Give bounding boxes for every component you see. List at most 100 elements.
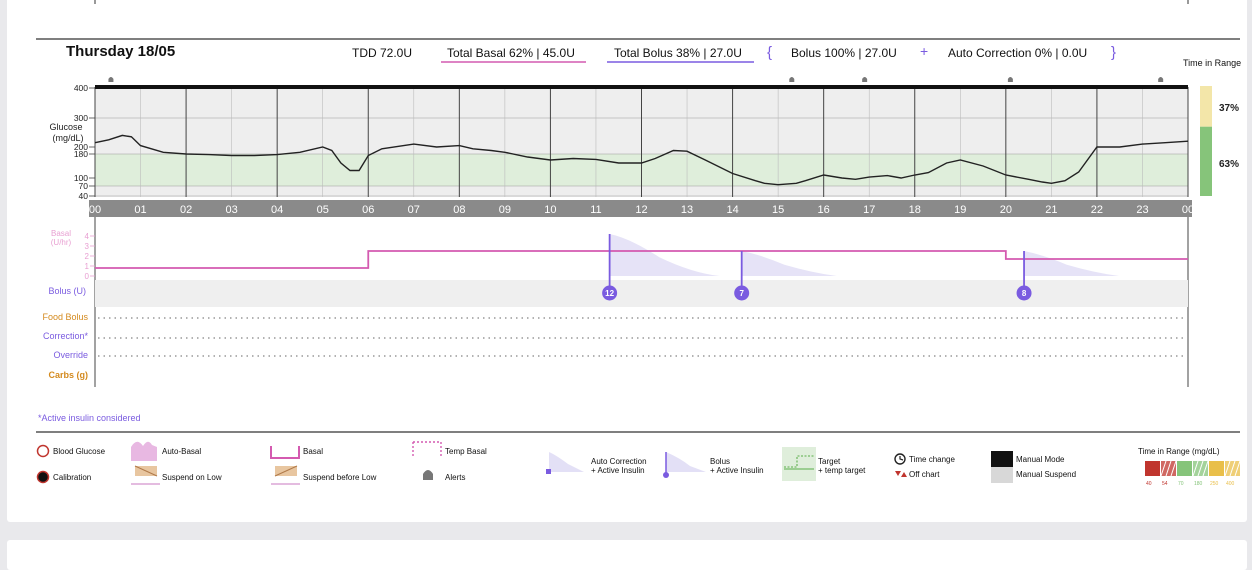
legend-auto-basal: Auto-Basal xyxy=(162,447,201,456)
glucose-tick-40: 40 xyxy=(79,191,89,201)
legend-alerts: Alerts xyxy=(445,473,465,482)
bolus-value-1: 7 xyxy=(739,289,744,298)
bolus-value-2: 8 xyxy=(1022,289,1027,298)
food-bolus-label: Food Bolus xyxy=(42,312,88,322)
legend-target-2: + temp target xyxy=(818,466,866,475)
hour-label-17: 17 xyxy=(863,204,875,216)
legend-manual-suspend: Manual Suspend xyxy=(1016,470,1076,479)
hour-label-1: 01 xyxy=(134,204,146,216)
legend-tir-title: Time in Range (mg/dL) xyxy=(1138,447,1220,456)
legend-blood-glucose: Blood Glucose xyxy=(53,447,106,456)
glucose-axis-title-2: (mg/dL) xyxy=(52,133,83,143)
auto-basal-icon xyxy=(131,441,157,461)
target-icon xyxy=(782,447,816,481)
active-insulin-footnote: *Active insulin considered xyxy=(38,413,141,423)
glucose-axis-title-1: Glucose xyxy=(49,122,82,132)
hour-label-9: 09 xyxy=(499,204,511,216)
temp-basal-icon xyxy=(412,441,442,456)
tir-swatch-0 xyxy=(1145,461,1160,476)
day-title: Thursday 18/05 xyxy=(66,43,175,60)
manual-suspend-icon xyxy=(991,467,1013,483)
alert-bell-icon xyxy=(423,470,433,480)
alert-markers xyxy=(108,77,1164,82)
glucose-tick-400: 400 xyxy=(74,83,88,93)
basal-y-axis: 43210 xyxy=(85,232,95,281)
basal-tick-2: 2 xyxy=(85,252,90,261)
basal-axis-title-2: (U/hr) xyxy=(51,238,72,247)
legend-time-change: Time change xyxy=(909,455,956,464)
hour-label-8: 08 xyxy=(453,204,465,216)
alert-bell-icon-2 xyxy=(862,77,868,82)
legend-manual-mode: Manual Mode xyxy=(1016,455,1065,464)
hour-label-3: 03 xyxy=(226,204,238,216)
basal-tick-4: 4 xyxy=(85,232,90,241)
auto-correction: Auto Correction 0% | 0.0U xyxy=(948,46,1087,60)
hour-label-18: 18 xyxy=(909,204,921,216)
active-insulin-curve-1 xyxy=(741,251,837,276)
brace-close: } xyxy=(1111,44,1116,61)
basal-axis-title-1: Basal xyxy=(51,229,71,238)
alert-bell-icon-3 xyxy=(1007,77,1013,82)
total-basal: Total Basal 62% | 45.0U xyxy=(447,46,575,60)
hour-label-15: 15 xyxy=(772,204,784,216)
hour-label-6: 06 xyxy=(362,204,374,216)
active-insulin-curves xyxy=(609,234,1120,276)
legend-basal: Basal xyxy=(303,447,323,456)
legend-off-chart: Off chart xyxy=(909,470,940,479)
legend-calibration: Calibration xyxy=(53,473,91,482)
hour-label-19: 19 xyxy=(954,204,966,216)
tir-legend-scale: 40 54 70 180 250 400 xyxy=(1145,460,1241,487)
total-bolus: Total Bolus 38% | 27.0U xyxy=(614,46,742,60)
hour-label-14: 14 xyxy=(726,204,738,216)
hour-label-5: 05 xyxy=(317,204,329,216)
tir-scale-180: 180 xyxy=(1194,481,1203,487)
basal-tick-3: 3 xyxy=(85,242,90,251)
legend-target-1: Target xyxy=(818,457,841,466)
override-label: Override xyxy=(53,350,88,360)
legend-suspend-before-low: Suspend before Low xyxy=(303,473,377,482)
daily-report: Thursday 18/05 TDD 72.0U Total Basal 62%… xyxy=(36,0,1241,487)
manual-mode-icon xyxy=(991,451,1013,467)
time-in-range-title: Time in Range xyxy=(1183,58,1241,68)
tir-scale-70: 70 xyxy=(1178,481,1184,487)
bolus-active-insulin-icon xyxy=(666,452,706,472)
bolus-row-label: Bolus (U) xyxy=(48,286,86,296)
brace-open: { xyxy=(767,44,772,61)
tir-in-percent: 63% xyxy=(1219,159,1239,170)
hour-label-20: 20 xyxy=(1000,204,1012,216)
tdd-value: TDD 72.0U xyxy=(352,46,412,60)
legend-temp-basal: Temp Basal xyxy=(445,447,487,456)
tir-swatch-2 xyxy=(1177,461,1192,476)
hour-label-10: 10 xyxy=(544,204,556,216)
hour-label-21: 21 xyxy=(1045,204,1057,216)
hour-label-24: 00 xyxy=(1182,204,1194,216)
hour-label-22: 22 xyxy=(1091,204,1103,216)
plus-sign: + xyxy=(920,43,928,59)
tir-in-range-segment xyxy=(1200,126,1212,196)
hour-label-0: 00 xyxy=(89,204,101,216)
hour-label-23: 23 xyxy=(1136,204,1148,216)
carbs-label: Carbs (g) xyxy=(48,370,88,380)
glucose-tick-180: 180 xyxy=(74,149,88,159)
alert-bell-icon-4 xyxy=(1158,77,1164,82)
basal-tick-1: 1 xyxy=(85,262,90,271)
hour-label-13: 13 xyxy=(681,204,693,216)
legend-auto-correction-2: + Active Insulin xyxy=(591,466,645,475)
mode-bar xyxy=(95,85,1188,89)
calibration-icon xyxy=(36,470,50,484)
auto-correction-icon xyxy=(549,452,584,472)
active-insulin-curve-0 xyxy=(609,234,720,276)
tir-scale-54: 54 xyxy=(1162,481,1168,487)
legend-bolus-2: + Active Insulin xyxy=(710,466,764,475)
off-chart-icon xyxy=(895,471,901,476)
blood-glucose-icon xyxy=(36,444,50,458)
legend-suspend-on-low: Suspend on Low xyxy=(162,473,222,482)
bolus-value-0: 12 xyxy=(605,289,614,298)
bolus-percent: Bolus 100% | 27.0U xyxy=(791,46,897,60)
legend: Blood Glucose Calibration Auto-Basal Sus… xyxy=(36,441,1241,487)
correction-label: Correction* xyxy=(43,331,89,341)
basal-tick-0: 0 xyxy=(85,272,90,281)
hour-label-11: 11 xyxy=(590,204,601,216)
hour-label-12: 12 xyxy=(635,204,647,216)
tir-high-percent: 37% xyxy=(1219,103,1239,114)
